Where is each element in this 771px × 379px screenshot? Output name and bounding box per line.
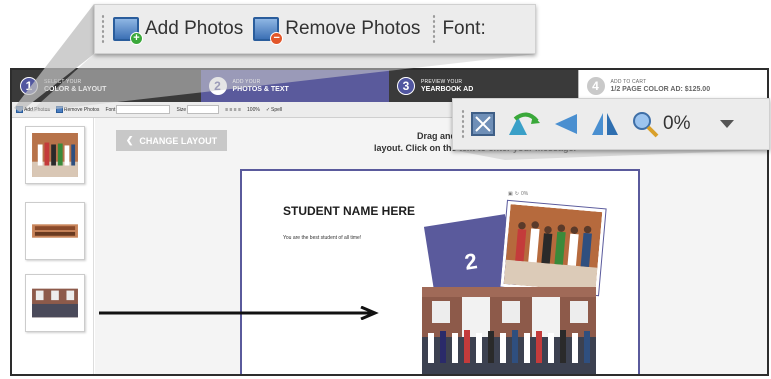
size-select[interactable]: Size <box>176 105 220 114</box>
step-number: 2 <box>208 77 227 95</box>
toolbar-grip <box>432 14 437 44</box>
yearbook-ad-page: STUDENT NAME HERE You are the best stude… <box>240 169 640 374</box>
spell-button[interactable]: ✓ Spell <box>266 107 282 113</box>
photo-thumbnail[interactable] <box>25 126 85 184</box>
add-photos-button[interactable]: + Add Photos <box>113 17 244 45</box>
photo-mini-toolbar: ▣ ↻ 0% <box>508 191 528 197</box>
step-number: 1 <box>20 77 38 95</box>
zoom-value: 100% <box>247 106 260 113</box>
step-caption: ADD YOUR <box>232 78 261 85</box>
font-dropdown[interactable] <box>116 105 171 114</box>
photo-tools-zoom-callout: 0% <box>452 98 770 150</box>
mirror-icon[interactable] <box>591 111 619 137</box>
step-title: YEARBOOK AD <box>421 85 474 93</box>
layout-canvas-area: ❮ CHANGE LAYOUT Drag and drop your photo… <box>95 118 767 374</box>
spell-label: Spell <box>271 106 283 113</box>
group-photo-image <box>32 133 78 177</box>
step-caption: PREVIEW YOUR <box>421 78 463 85</box>
photo-add-icon <box>16 106 23 113</box>
align-buttons[interactable]: ≡ ≡ ≡ ≡ <box>225 107 241 113</box>
step-caption: ADD TO CART <box>610 78 647 85</box>
fit-icon[interactable]: ▣ <box>508 191 513 197</box>
chevron-left-icon: ❮ <box>125 135 134 145</box>
placeholder-number: 2 <box>462 248 479 275</box>
step-caption: SELECT YOUR <box>44 78 82 85</box>
placed-photo[interactable] <box>499 199 607 297</box>
mini-zoom-value: 0% <box>520 191 529 197</box>
spellcheck-icon: ✓ <box>265 106 271 113</box>
step-number: 4 <box>586 77 605 95</box>
size-dropdown[interactable] <box>187 105 220 114</box>
arrow-right-icon <box>99 306 379 320</box>
rotate-icon[interactable] <box>507 111 541 137</box>
step-1-color-layout[interactable]: 1 SELECT YOUR COLOR & LAYOUT <box>12 70 201 102</box>
banner-photo-image <box>32 209 78 253</box>
step-number: 3 <box>397 77 415 95</box>
change-layout-label: CHANGE LAYOUT <box>139 135 218 146</box>
change-layout-button[interactable]: ❮ CHANGE LAYOUT <box>116 130 227 151</box>
add-photos-button[interactable]: Add Photos <box>16 106 50 113</box>
step-title: COLOR & LAYOUT <box>44 85 107 93</box>
add-photos-label: Add Photos <box>24 106 50 113</box>
building-group-photo-image <box>422 287 596 374</box>
photo-thumbnail[interactable] <box>25 202 85 260</box>
remove-photos-label: Remove Photos <box>63 106 100 113</box>
step-2-photos-text[interactable]: 2 ADD YOUR PHOTOS & TEXT <box>200 70 389 102</box>
building-photo-image <box>32 281 78 325</box>
group-photo-image <box>503 204 603 292</box>
message-text[interactable]: You are the best student of all time! <box>283 235 361 241</box>
photo-tray <box>12 118 94 374</box>
photo-remove-icon: − <box>253 17 284 45</box>
toolbar-zoom-callout: + Add Photos − Remove Photos Font: <box>94 4 536 54</box>
step-title: PHOTOS & TEXT <box>232 85 289 93</box>
size-label: Size <box>176 106 187 113</box>
remove-photos-button[interactable]: − Remove Photos <box>253 17 421 45</box>
rotation-value[interactable]: 0% <box>663 113 690 135</box>
photo-add-icon: + <box>113 17 143 45</box>
rotate-icon[interactable]: ↻ <box>515 191 519 197</box>
flip-left-icon[interactable] <box>553 111 579 137</box>
font-select[interactable]: Font <box>105 105 171 114</box>
remove-photos-button[interactable]: Remove Photos <box>55 106 100 113</box>
font-label: Font <box>105 106 116 113</box>
align-icon: ≡ ≡ ≡ ≡ <box>225 106 242 113</box>
zoom-icon[interactable] <box>631 110 659 138</box>
placed-photo[interactable] <box>422 287 596 374</box>
photo-remove-icon <box>55 106 63 113</box>
font-label: Font: <box>442 18 486 39</box>
toolbar-grip <box>461 109 465 139</box>
zoom-select[interactable]: 100% <box>247 107 260 113</box>
step-title: 1/2 PAGE COLOR AD: $125.00 <box>610 85 711 93</box>
photo-thumbnail[interactable] <box>25 274 85 332</box>
toolbar-grip <box>101 14 105 44</box>
student-name-text[interactable]: STUDENT NAME HERE <box>283 204 415 218</box>
add-photos-label: Add Photos <box>145 18 244 39</box>
remove-photos-label: Remove Photos <box>285 18 421 39</box>
fit-icon[interactable] <box>471 112 495 136</box>
dropdown-icon[interactable] <box>720 113 735 135</box>
